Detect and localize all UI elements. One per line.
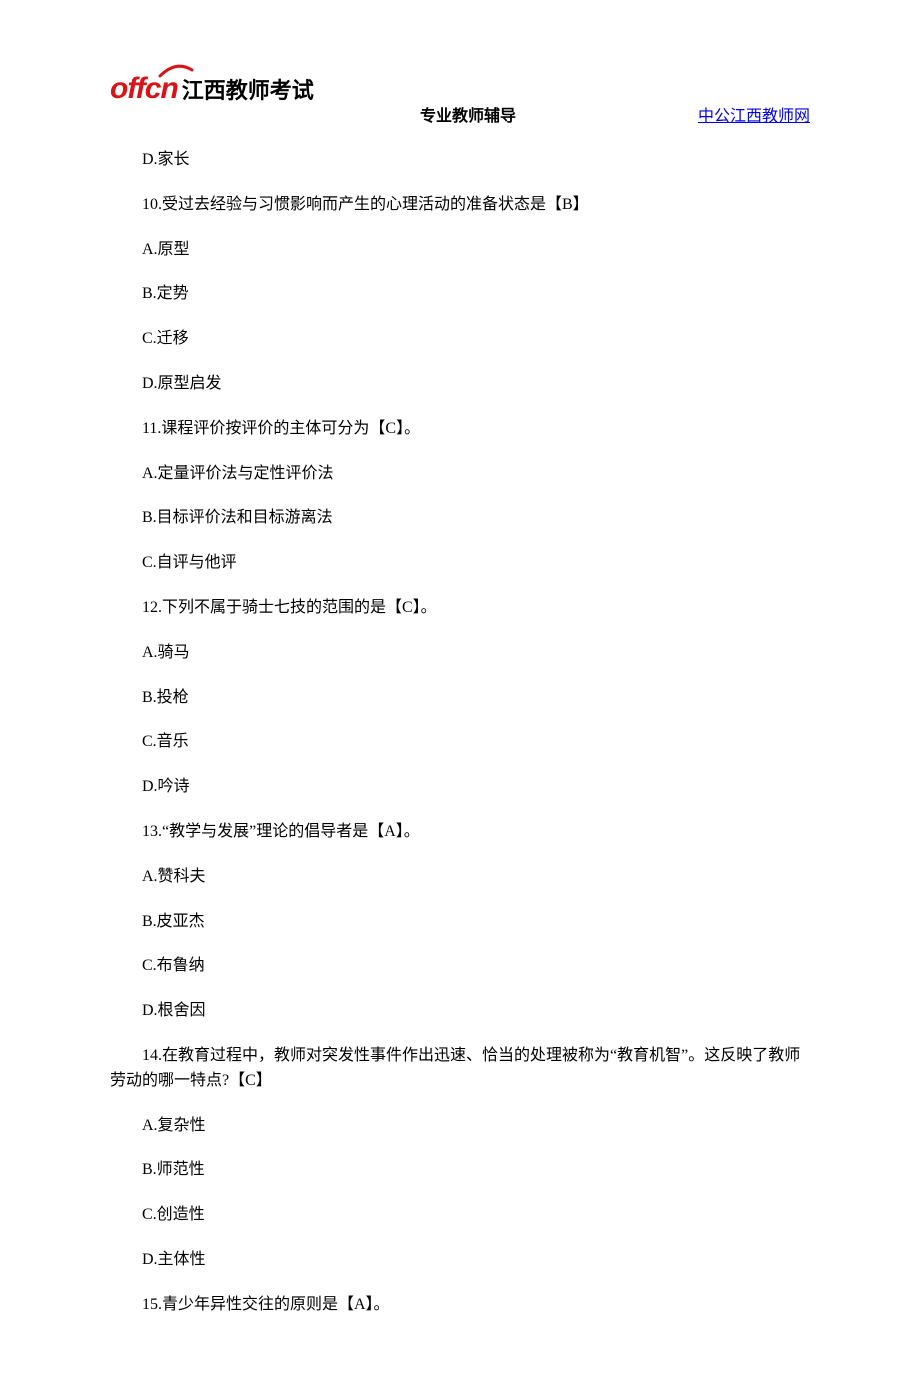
option-text: B.师范性: [110, 1158, 810, 1183]
question-text: 13.“教学与发展”理论的倡导者是【A】。: [110, 820, 810, 845]
option-text: B.目标评价法和目标游离法: [110, 506, 810, 531]
option-text: B.皮亚杰: [110, 910, 810, 935]
option-text: C.创造性: [110, 1203, 810, 1228]
question-text: 11.课程评价按评价的主体可分为【C】。: [110, 417, 810, 442]
option-text: C.自评与他评: [110, 551, 810, 576]
header-link[interactable]: 中公江西教师网: [698, 102, 810, 126]
question-text: 12.下列不属于骑士七技的范围的是【C】。: [110, 596, 810, 621]
page-header: offcn 江西教师考试 专业教师辅导 中公江西教师网: [110, 80, 810, 130]
question-text: 15.青少年异性交往的原则是【A】。: [110, 1293, 810, 1318]
option-text: B.投枪: [110, 686, 810, 711]
option-text: A.骑马: [110, 641, 810, 666]
document-body: D.家长 10.受过去经验与习惯影响而产生的心理活动的准备状态是【B】 A.原型…: [110, 148, 810, 1318]
option-text: C.迁移: [110, 327, 810, 352]
header-center-text: 专业教师辅导: [420, 102, 516, 126]
option-text: A.定量评价法与定性评价法: [110, 462, 810, 487]
logo-brand-text: 江西教师考试: [182, 80, 314, 102]
option-text: A.赞科夫: [110, 865, 810, 890]
option-text: D.根舍因: [110, 999, 810, 1024]
option-text: C.布鲁纳: [110, 954, 810, 979]
option-text: A.复杂性: [110, 1114, 810, 1139]
option-text: D.原型启发: [110, 372, 810, 397]
option-text: C.音乐: [110, 730, 810, 755]
option-text: D.主体性: [110, 1248, 810, 1273]
question-text: 14.在教育过程中，教师对突发性事件作出迅速、恰当的处理被称为“教育机智”。这反…: [110, 1044, 810, 1094]
logo-cn-text: cn: [145, 74, 178, 104]
question-text: 10.受过去经验与习惯影响而产生的心理活动的准备状态是【B】: [110, 193, 810, 218]
logo-off-text: off: [110, 74, 145, 104]
option-text: B.定势: [110, 282, 810, 307]
option-text: D.吟诗: [110, 775, 810, 800]
option-text: D.家长: [110, 148, 810, 173]
logo: offcn 江西教师考试: [110, 74, 314, 104]
option-text: A.原型: [110, 238, 810, 263]
